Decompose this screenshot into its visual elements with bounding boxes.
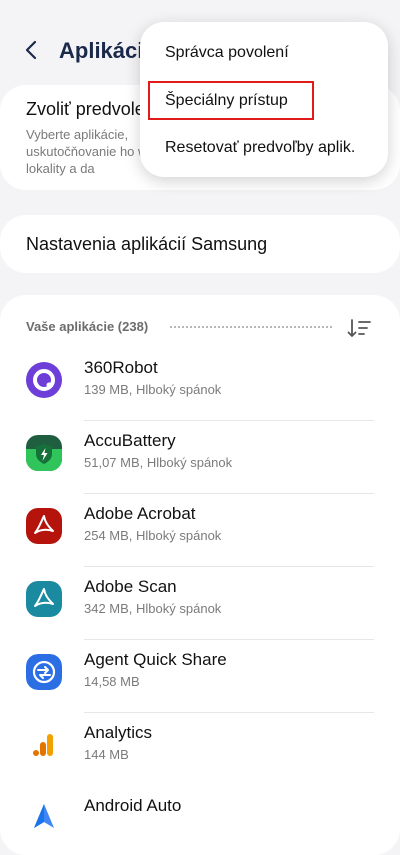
app-name: Agent Quick Share <box>84 650 227 669</box>
app-name: Adobe Scan <box>84 577 177 596</box>
app-list-item[interactable]: 360Robot 139 MB, Hlboký spánok <box>0 348 400 421</box>
app-meta: 254 MB, Hlboký spánok <box>84 528 222 543</box>
overflow-menu: Správca povolení Špeciálny prístup Reset… <box>140 22 388 177</box>
menu-item-special-access[interactable]: Špeciálny prístup <box>165 92 288 110</box>
app-list-item[interactable]: AccuBattery 51,07 MB, Hlboký spánok <box>0 421 400 494</box>
app-meta: 139 MB, Hlboký spánok <box>84 382 222 397</box>
back-arrow-icon[interactable] <box>20 38 44 62</box>
adobe-acrobat-icon <box>26 508 62 544</box>
app-list-item[interactable]: Android Auto <box>0 786 400 855</box>
menu-item-permission-manager[interactable]: Správca povolení <box>165 44 289 62</box>
apps-list-card: Vaše aplikácie (238) 360Robot 139 MB, Hl… <box>0 295 400 855</box>
sort-icon[interactable] <box>347 317 371 339</box>
android-auto-icon <box>26 800 62 836</box>
app-list-item[interactable]: Adobe Acrobat 254 MB, Hlboký spánok <box>0 494 400 567</box>
accubattery-icon <box>26 435 62 471</box>
app-name: Adobe Acrobat <box>84 504 196 523</box>
default-apps-title: Zvoliť predvole <box>26 99 145 119</box>
samsung-app-settings-card[interactable]: Nastavenia aplikácií Samsung <box>0 215 400 273</box>
page-title: Aplikáci <box>59 38 144 63</box>
app-meta: 144 MB <box>84 747 129 762</box>
app-list-item[interactable]: Adobe Scan 342 MB, Hlboký spánok <box>0 567 400 640</box>
apps-section-header: Vaše aplikácie (238) <box>26 319 149 334</box>
app-name: Android Auto <box>84 796 182 815</box>
app-list-item[interactable]: Agent Quick Share 14,58 MB <box>0 640 400 713</box>
analytics-icon <box>26 727 62 763</box>
app-name: AccuBattery <box>84 431 176 450</box>
app-list-item[interactable]: Analytics 144 MB <box>0 713 400 786</box>
app-meta: 342 MB, Hlboký spánok <box>84 601 222 616</box>
quick-share-icon <box>26 654 62 690</box>
header-divider <box>170 326 332 328</box>
360robot-icon <box>26 362 62 398</box>
app-name: Analytics <box>84 723 153 742</box>
menu-item-reset-preferences[interactable]: Resetovať predvoľby aplik. <box>165 139 355 157</box>
samsung-app-settings-label: Nastavenia aplikácií Samsung <box>26 234 268 254</box>
app-meta: 14,58 MB <box>84 674 140 689</box>
app-meta: 51,07 MB, Hlboký spánok <box>84 455 233 470</box>
adobe-scan-icon <box>26 581 62 617</box>
app-name: 360Robot <box>84 358 158 377</box>
